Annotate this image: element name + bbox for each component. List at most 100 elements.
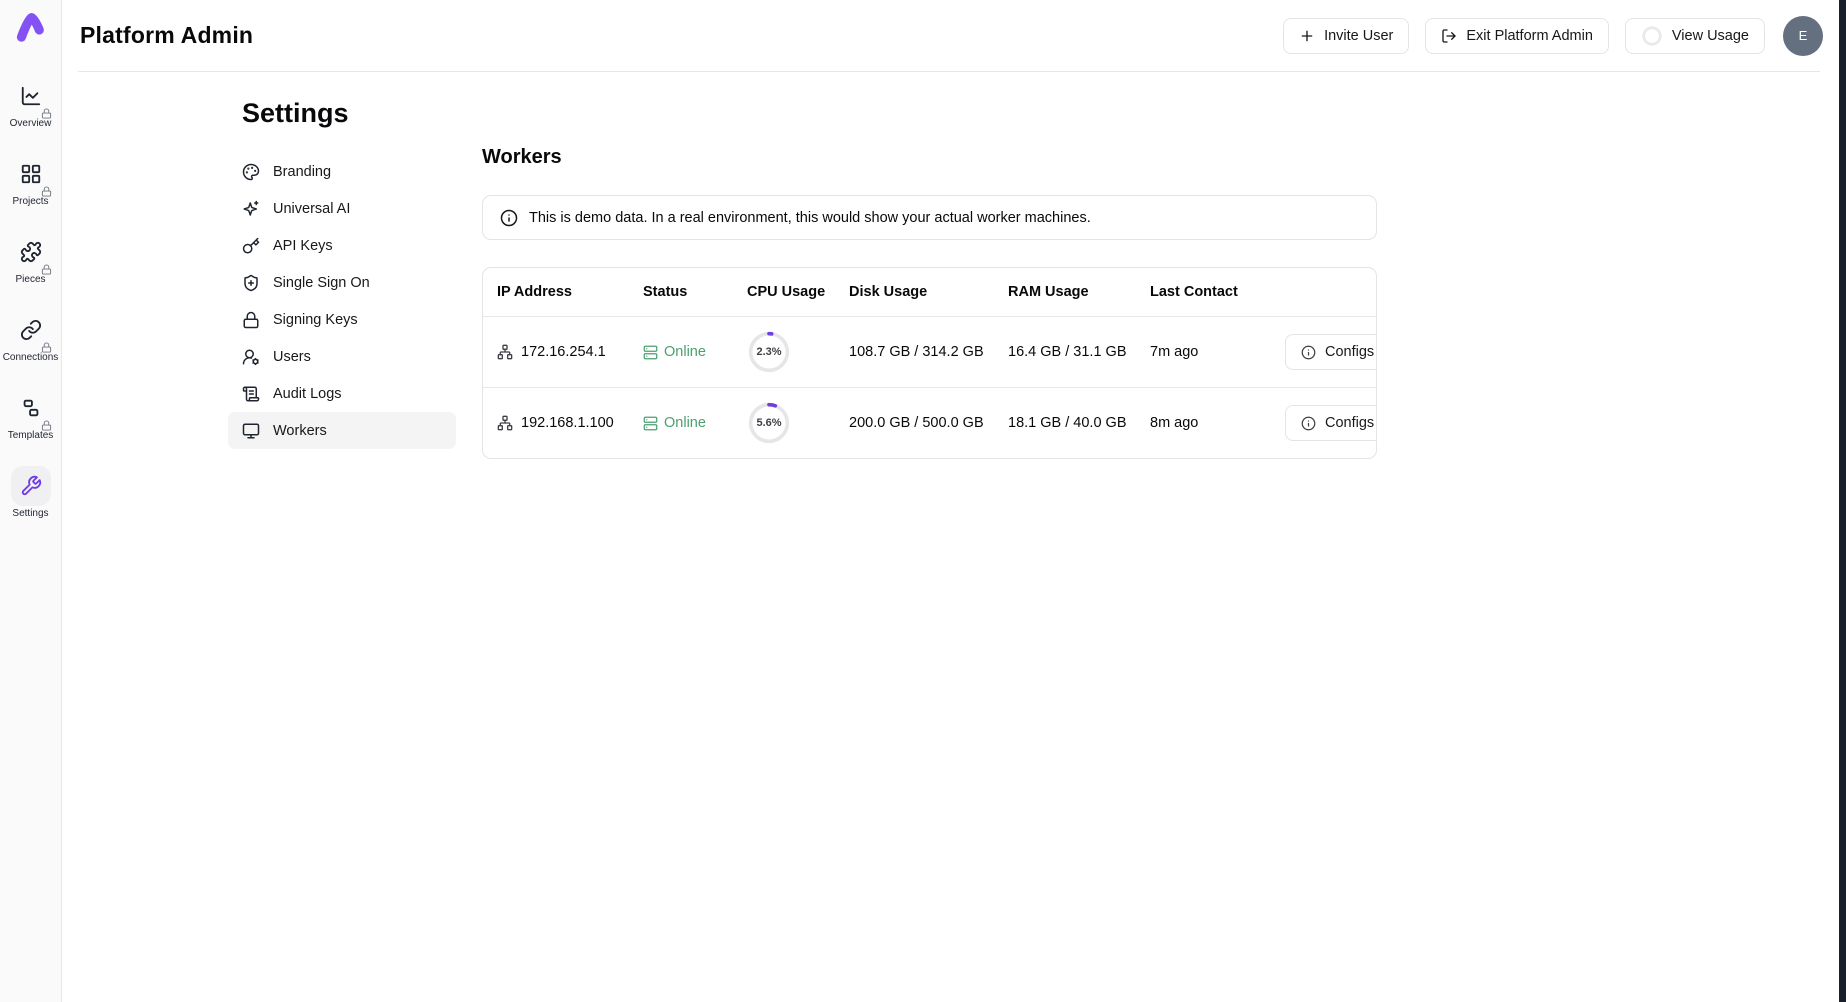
workers-title: Workers <box>482 146 1377 169</box>
monitor-icon <box>242 422 260 440</box>
network-icon <box>497 344 513 360</box>
logo-icon <box>14 10 48 44</box>
sidebar-item-label: Overview <box>10 118 52 129</box>
sidebar-nav: Overview Projects <box>0 76 61 519</box>
column-header-ip: IP Address <box>497 284 643 300</box>
sidebar-item-label: Settings <box>12 508 48 519</box>
lock-badge-icon <box>41 264 52 275</box>
disk-usage-cell: 108.7 GB / 314.2 GB <box>849 344 1008 360</box>
sidebar-item-label: Connections <box>3 352 59 363</box>
table-header-row: IP Address Status CPU Usage Disk Usage R… <box>483 268 1376 317</box>
user-cog-icon <box>242 348 260 366</box>
exit-platform-admin-button[interactable]: Exit Platform Admin <box>1425 18 1609 54</box>
settings-nav-label: Workers <box>273 423 327 439</box>
ip-cell: 192.168.1.100 <box>497 415 643 431</box>
settings-nav-single-sign-on[interactable]: Single Sign On <box>228 264 456 301</box>
sidebar-item-projects[interactable]: Projects <box>0 154 61 207</box>
ram-usage-cell: 18.1 GB / 40.0 GB <box>1008 415 1150 431</box>
cpu-percentage: 2.3% <box>747 330 791 374</box>
invite-user-button[interactable]: Invite User <box>1283 18 1409 54</box>
cpu-cell: 5.6% <box>747 401 849 445</box>
configs-button[interactable]: Configs <box>1285 405 1377 441</box>
avatar[interactable]: E <box>1783 16 1823 56</box>
settings-page: Settings Branding Universal AI <box>62 72 1839 1002</box>
demo-data-banner: This is demo data. In a real environment… <box>482 195 1377 240</box>
cpu-percentage: 5.6% <box>747 401 791 445</box>
settings-nav-universal-ai[interactable]: Universal AI <box>228 190 456 227</box>
puzzle-icon <box>20 241 42 263</box>
view-usage-button[interactable]: View Usage <box>1625 18 1765 54</box>
sidebar-item-templates[interactable]: Templates <box>0 388 61 441</box>
settings-nav-label: API Keys <box>273 238 333 254</box>
column-header-status: Status <box>643 284 747 300</box>
lock-badge-icon <box>41 420 52 431</box>
grid-icon <box>20 163 42 185</box>
avatar-initial: E <box>1799 28 1808 43</box>
sidebar: Overview Projects <box>0 0 62 1002</box>
disk-usage-cell: 200.0 GB / 500.0 GB <box>849 415 1008 431</box>
lock-icon <box>242 311 260 329</box>
settings-nav-users[interactable]: Users <box>228 338 456 375</box>
settings-nav-label: Single Sign On <box>273 275 370 291</box>
lock-badge-icon <box>41 186 52 197</box>
configs-label: Configs <box>1325 415 1374 431</box>
sidebar-item-overview[interactable]: Overview <box>0 76 61 129</box>
workers-table: IP Address Status CPU Usage Disk Usage R… <box>482 267 1377 459</box>
status-label: Online <box>664 344 706 360</box>
server-icon <box>643 416 658 431</box>
lock-badge-icon <box>41 342 52 353</box>
status-label: Online <box>664 415 706 431</box>
page-title: Platform Admin <box>80 22 253 49</box>
sidebar-item-label: Pieces <box>15 274 45 285</box>
view-usage-label: View Usage <box>1672 28 1749 44</box>
settings-nav-audit-logs[interactable]: Audit Logs <box>228 375 456 412</box>
configs-label: Configs <box>1325 344 1374 360</box>
banner-text: This is demo data. In a real environment… <box>529 210 1091 226</box>
ip-value: 192.168.1.100 <box>521 415 614 431</box>
server-icon <box>643 345 658 360</box>
workers-panel: Workers This is demo data. In a real env… <box>482 146 1377 459</box>
sidebar-item-connections[interactable]: Connections <box>0 310 61 363</box>
cpu-cell: 2.3% <box>747 330 849 374</box>
info-icon <box>500 209 518 227</box>
wrench-icon <box>20 475 42 497</box>
info-icon <box>1301 345 1316 360</box>
shapes-icon <box>20 397 42 419</box>
header-actions: Invite User Exit Platform Admin View Usa… <box>1283 16 1823 56</box>
settings-nav-label: Audit Logs <box>273 386 342 402</box>
settings-nav-signing-keys[interactable]: Signing Keys <box>228 301 456 338</box>
sidebar-item-pieces[interactable]: Pieces <box>0 232 61 285</box>
scroll-text-icon <box>242 385 260 403</box>
log-out-icon <box>1441 28 1457 44</box>
settings-nav-label: Branding <box>273 164 331 180</box>
settings-nav: Branding Universal AI API Keys <box>228 153 456 449</box>
settings-nav-label: Users <box>273 349 311 365</box>
table-row: 172.16.254.1 Online <box>483 317 1376 387</box>
settings-nav-workers[interactable]: Workers <box>228 412 456 449</box>
ram-usage-cell: 16.4 GB / 31.1 GB <box>1008 344 1150 360</box>
settings-nav-branding[interactable]: Branding <box>228 153 456 190</box>
column-header-last-contact: Last Contact <box>1150 284 1285 300</box>
column-header-disk: Disk Usage <box>849 284 1008 300</box>
ip-cell: 172.16.254.1 <box>497 344 643 360</box>
sidebar-item-settings[interactable]: Settings <box>0 466 61 519</box>
status-badge: Online <box>643 344 747 360</box>
exit-platform-admin-label: Exit Platform Admin <box>1466 28 1593 44</box>
invite-user-label: Invite User <box>1324 28 1393 44</box>
top-header: Platform Admin Invite User Exit Platform… <box>62 0 1839 71</box>
app-logo[interactable] <box>14 10 48 44</box>
ip-value: 172.16.254.1 <box>521 344 606 360</box>
status-badge: Online <box>643 415 747 431</box>
info-icon <box>1301 416 1316 431</box>
network-icon <box>497 415 513 431</box>
last-contact-cell: 8m ago <box>1150 415 1285 431</box>
table-row: 192.168.1.100 Online <box>483 387 1376 458</box>
settings-nav-api-keys[interactable]: API Keys <box>228 227 456 264</box>
line-chart-icon <box>20 85 42 107</box>
settings-nav-label: Signing Keys <box>273 312 358 328</box>
usage-ring-icon <box>1641 25 1663 47</box>
configs-button[interactable]: Configs <box>1285 334 1377 370</box>
column-header-ram: RAM Usage <box>1008 284 1150 300</box>
sparkles-icon <box>242 200 260 218</box>
last-contact-cell: 7m ago <box>1150 344 1285 360</box>
